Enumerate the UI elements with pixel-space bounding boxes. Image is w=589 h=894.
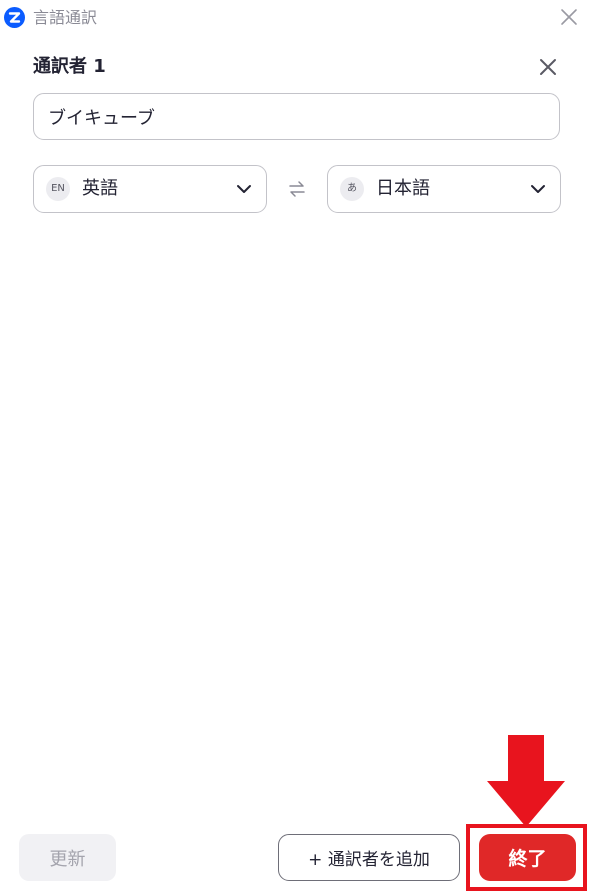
- close-icon[interactable]: [558, 6, 580, 28]
- chevron-down-icon: [531, 185, 545, 193]
- red-arrow-annotation-icon: [487, 735, 565, 827]
- source-language-label: 英語: [82, 178, 118, 199]
- end-button[interactable]: 終了: [479, 834, 576, 881]
- remove-interpreter-close-icon[interactable]: [536, 55, 560, 79]
- target-language-select[interactable]: あ 日本語: [327, 165, 561, 213]
- window-title: 言語通訳: [33, 8, 98, 27]
- language-interpretation-window: 言語通訳 通訳者 1 EN 英語 あ 日本語 更新 + 通訳者を: [0, 0, 589, 894]
- language-badge-en: EN: [46, 177, 70, 201]
- update-button[interactable]: 更新: [19, 834, 116, 881]
- swap-arrows-icon[interactable]: [286, 178, 308, 200]
- title-bar: 言語通訳: [0, 0, 589, 36]
- language-badge-ja: あ: [340, 177, 364, 201]
- add-interpreter-button[interactable]: + 通訳者を追加: [278, 834, 460, 881]
- interpreter-name-input[interactable]: [33, 93, 560, 140]
- interpreter-title: 通訳者 1: [33, 56, 106, 77]
- zoom-logo-icon: [4, 7, 25, 28]
- chevron-down-icon: [237, 185, 251, 193]
- target-language-label: 日本語: [376, 178, 430, 199]
- source-language-select[interactable]: EN 英語: [33, 165, 267, 213]
